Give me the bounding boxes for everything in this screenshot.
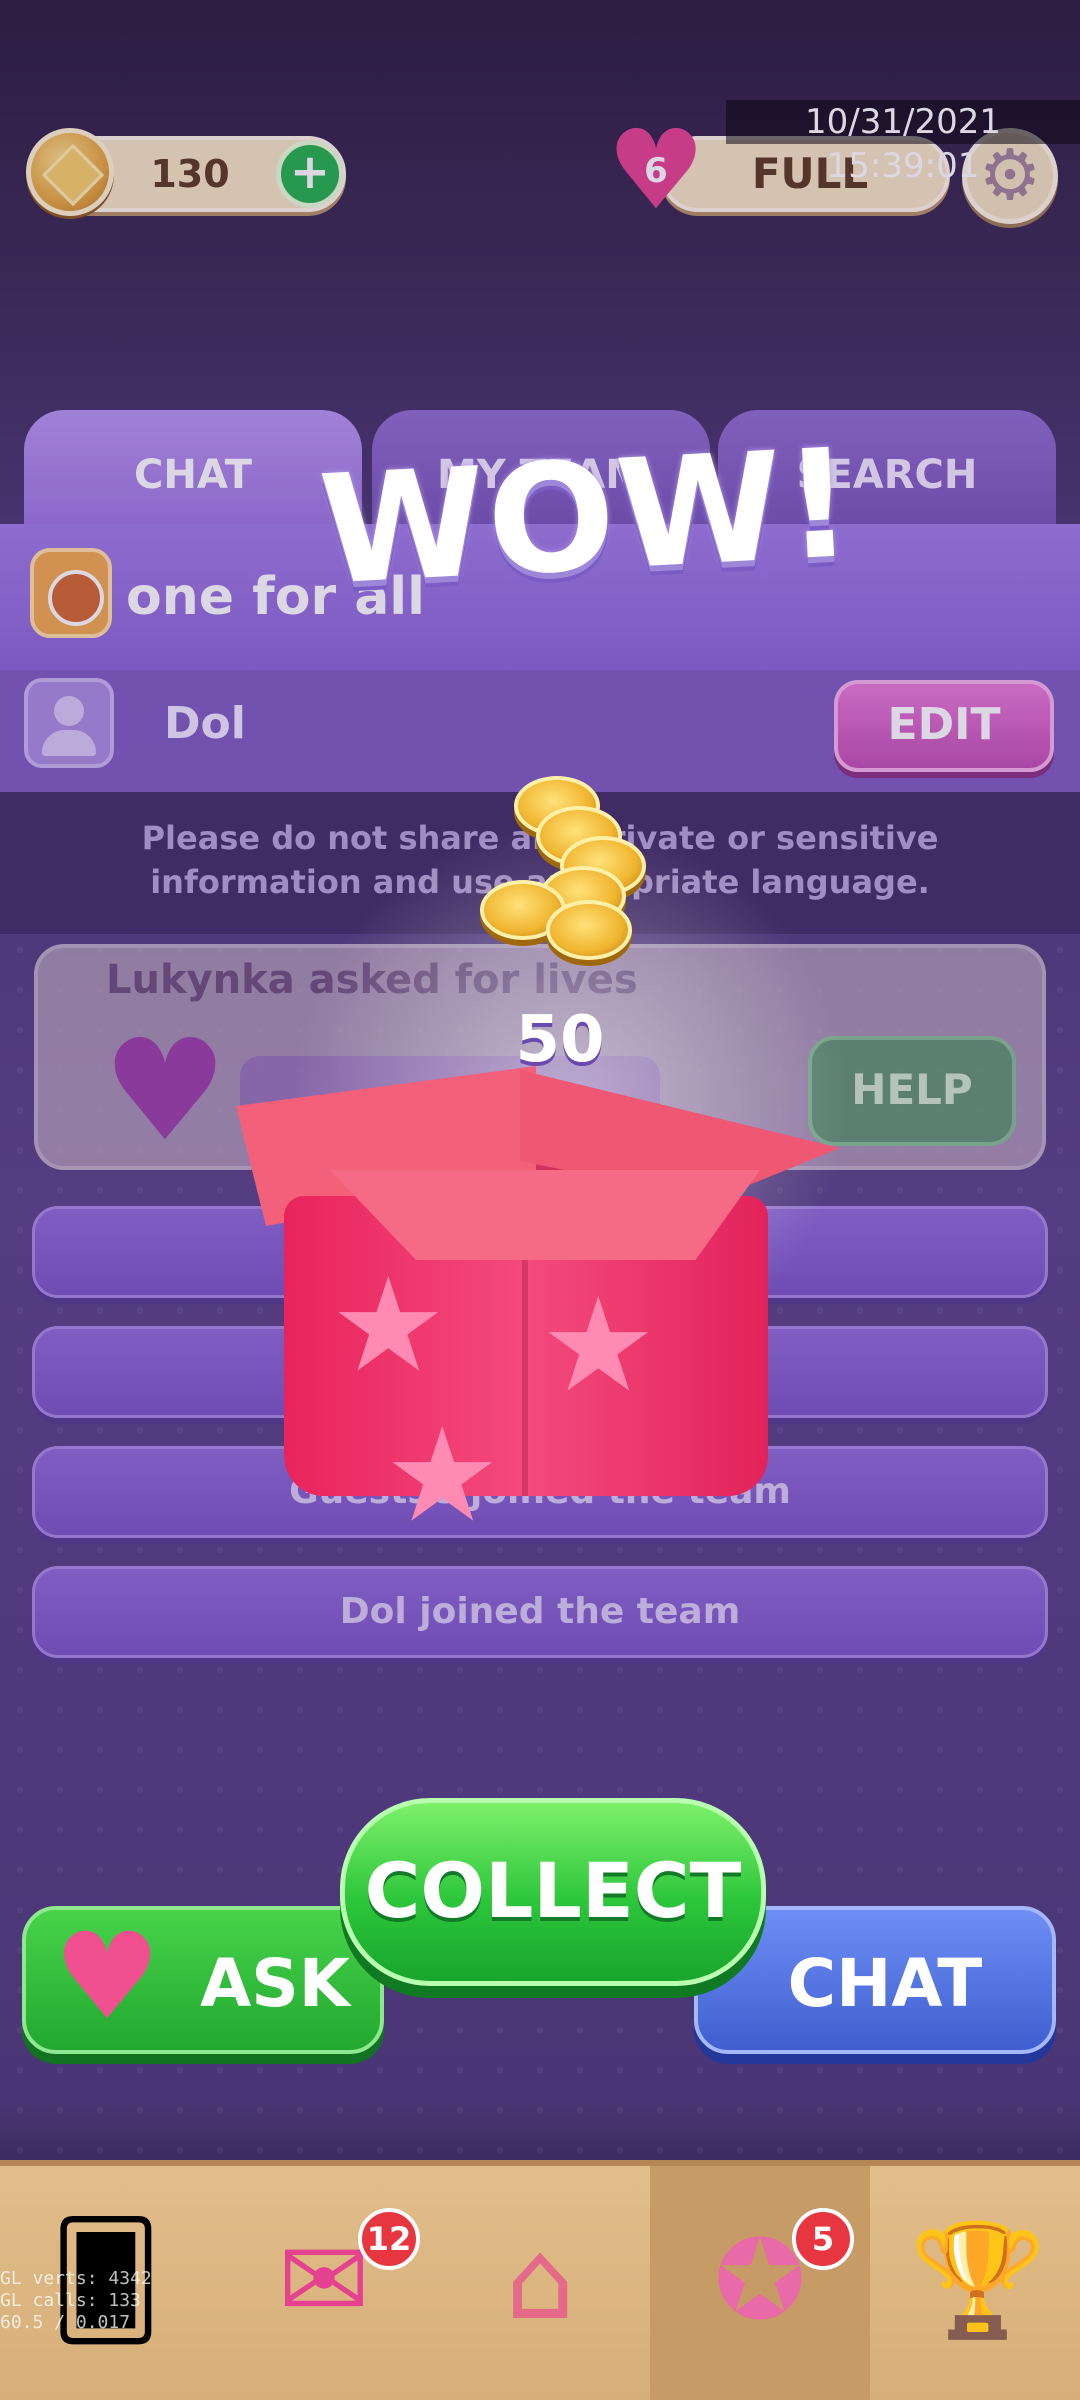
heart-icon: ♥ [53, 1908, 161, 2047]
inbox-badge: 12 [358, 2208, 420, 2270]
star-icon: ★ [540, 1269, 657, 1421]
debug-line: GL verts: 4342 [0, 2268, 152, 2289]
collect-button-label: COLLECT [364, 1846, 742, 1935]
chat-button-label: CHAT [787, 1945, 983, 2022]
debug-line: GL calls: 133 [0, 2290, 141, 2311]
trophy-icon[interactable]: 🏆 [908, 2210, 1048, 2350]
coin-stack-icon [546, 900, 632, 960]
debug-line: 60.5 / 0.017 [0, 2312, 131, 2333]
reward-amount: 50 [515, 1003, 605, 1077]
debug-stats: GL verts: 4342 GL calls: 133 60.5 / 0.01… [0, 2268, 200, 2378]
wow-headline: WOW! [315, 416, 859, 619]
ask-button-label: ASK [200, 1945, 350, 2022]
house-icon[interactable]: ⌂ [470, 2210, 610, 2350]
star-icon: ★ [384, 1399, 501, 1551]
team-badge: 5 [792, 2208, 854, 2270]
star-icon: ★ [330, 1249, 447, 1401]
